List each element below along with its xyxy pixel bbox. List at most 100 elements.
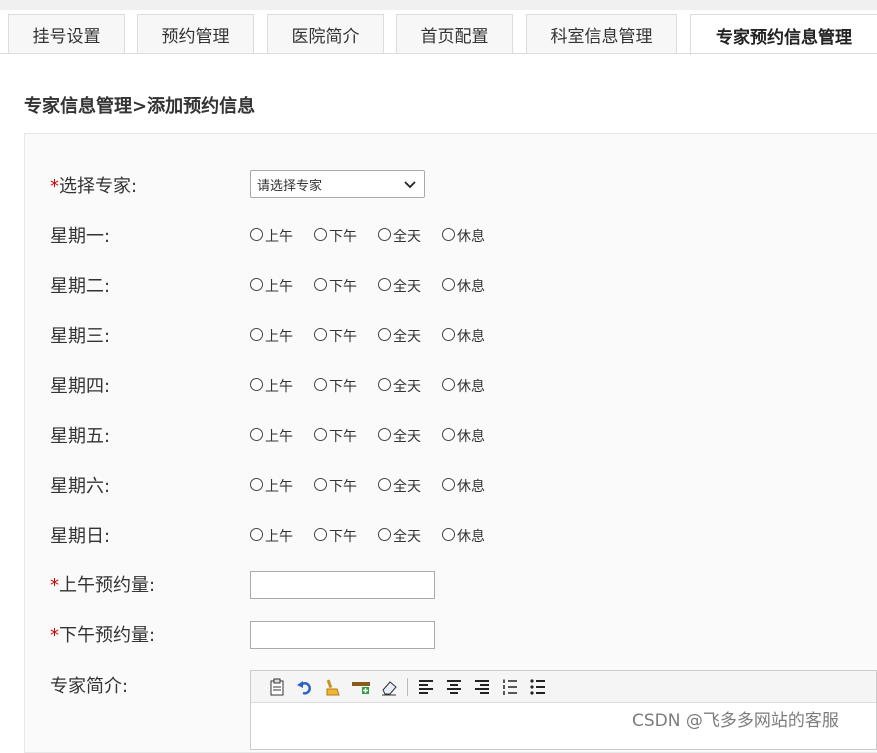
watermark: CSDN @飞多多网站的客服 [632, 711, 839, 731]
tab-department-info[interactable]: 科室信息管理 [526, 14, 677, 54]
radio-circle-icon[interactable] [442, 278, 455, 291]
radio-circle-icon[interactable] [378, 528, 391, 541]
day-radio-option[interactable]: 全天 [378, 426, 421, 446]
radio-circle-icon[interactable] [250, 478, 263, 491]
radio-circle-icon[interactable] [314, 428, 327, 441]
day-radio-option[interactable]: 下午 [314, 276, 357, 296]
tab-divider [0, 53, 877, 54]
clear-format-icon[interactable] [319, 676, 347, 698]
day-radio-option[interactable]: 全天 [378, 326, 421, 346]
expert-select[interactable]: 请选择专家 [250, 170, 425, 198]
day-radio-option[interactable]: 下午 [314, 376, 357, 396]
day-radio-option[interactable]: 休息 [442, 376, 485, 396]
day-radio-option[interactable]: 下午 [314, 326, 357, 346]
day-radio-option[interactable]: 全天 [378, 276, 421, 296]
day-radio-option[interactable]: 全天 [378, 476, 421, 496]
day-radio-option[interactable]: 上午 [250, 276, 293, 296]
radio-label: 休息 [457, 429, 485, 445]
radio-circle-icon[interactable] [378, 328, 391, 341]
day-radio-option[interactable]: 全天 [378, 226, 421, 246]
day-radio-option[interactable]: 下午 [314, 226, 357, 246]
day-radio-option[interactable]: 下午 [314, 426, 357, 446]
radio-circle-icon[interactable] [378, 278, 391, 291]
radio-circle-icon[interactable] [378, 428, 391, 441]
radio-circle-icon[interactable] [442, 378, 455, 391]
day-radio-option[interactable]: 休息 [442, 526, 485, 546]
radio-circle-icon[interactable] [314, 378, 327, 391]
radio-label: 休息 [457, 379, 485, 395]
radio-label: 全天 [393, 479, 421, 495]
day-radio-option[interactable]: 休息 [442, 426, 485, 446]
day-radio-option[interactable]: 上午 [250, 376, 293, 396]
tab-expert-appointment[interactable]: 专家预约信息管理 [690, 14, 877, 55]
tab-homepage-config[interactable]: 首页配置 [396, 14, 513, 54]
radio-circle-icon[interactable] [378, 228, 391, 241]
radio-circle-icon[interactable] [378, 478, 391, 491]
day-label: 星期五: [50, 426, 111, 447]
day-label: 星期二: [50, 276, 111, 297]
day-radio-option[interactable]: 下午 [314, 476, 357, 496]
radio-circle-icon[interactable] [442, 428, 455, 441]
radio-circle-icon[interactable] [442, 328, 455, 341]
radio-circle-icon[interactable] [442, 478, 455, 491]
tab-hospital-intro[interactable]: 医院简介 [267, 14, 384, 54]
undo-icon[interactable] [291, 676, 319, 698]
radio-circle-icon[interactable] [250, 278, 263, 291]
paste-icon[interactable] [263, 676, 291, 698]
radio-circle-icon[interactable] [442, 528, 455, 541]
radio-label: 下午 [329, 529, 357, 545]
day-radio-option[interactable]: 下午 [314, 526, 357, 546]
day-radio-option[interactable]: 上午 [250, 476, 293, 496]
required-mark: * [50, 176, 59, 197]
pm-quantity-label: *下午预约量: [50, 624, 155, 648]
am-quantity-label-text: 上午预约量: [59, 575, 156, 596]
radio-circle-icon[interactable] [314, 228, 327, 241]
day-radio-option[interactable]: 休息 [442, 226, 485, 246]
expert-select-value: 请选择专家 [257, 178, 323, 194]
insert-icon[interactable] [347, 676, 375, 698]
am-quantity-input[interactable] [250, 571, 435, 599]
radio-circle-icon[interactable] [250, 428, 263, 441]
tab-label: 专家预约信息管理 [716, 27, 852, 48]
tab-label: 挂号设置 [32, 27, 101, 47]
radio-label: 全天 [393, 529, 421, 545]
pm-quantity-input[interactable] [250, 621, 435, 649]
align-center-icon[interactable] [440, 676, 468, 698]
day-radio-option[interactable]: 休息 [442, 276, 485, 296]
day-radio-option[interactable]: 上午 [250, 526, 293, 546]
radio-label: 上午 [265, 279, 293, 295]
radio-circle-icon[interactable] [250, 328, 263, 341]
eraser-icon[interactable] [375, 676, 403, 698]
radio-label: 休息 [457, 329, 485, 345]
radio-label: 下午 [329, 229, 357, 245]
day-radio-option[interactable]: 休息 [442, 326, 485, 346]
radio-circle-icon[interactable] [314, 528, 327, 541]
day-radio-option[interactable]: 全天 [378, 526, 421, 546]
day-radio-option[interactable]: 休息 [442, 476, 485, 496]
radio-circle-icon[interactable] [314, 478, 327, 491]
radio-label: 下午 [329, 379, 357, 395]
day-radio-option[interactable]: 上午 [250, 226, 293, 246]
radio-circle-icon[interactable] [314, 328, 327, 341]
day-radio-option[interactable]: 全天 [378, 376, 421, 396]
radio-circle-icon[interactable] [314, 278, 327, 291]
radio-label: 上午 [265, 479, 293, 495]
day-radio-option[interactable]: 上午 [250, 426, 293, 446]
tab-appointment-management[interactable]: 预约管理 [137, 14, 254, 54]
tab-registration-settings[interactable]: 挂号设置 [8, 14, 125, 54]
align-right-icon[interactable] [468, 676, 496, 698]
radio-label: 休息 [457, 529, 485, 545]
radio-circle-icon[interactable] [250, 378, 263, 391]
day-label: 星期三: [50, 326, 111, 347]
unordered-list-icon[interactable] [524, 676, 552, 698]
radio-circle-icon[interactable] [378, 378, 391, 391]
pm-quantity-label-text: 下午预约量: [59, 625, 156, 646]
radio-label: 下午 [329, 479, 357, 495]
radio-circle-icon[interactable] [442, 228, 455, 241]
am-quantity-label: *上午预约量: [50, 574, 155, 598]
radio-circle-icon[interactable] [250, 228, 263, 241]
day-radio-option[interactable]: 上午 [250, 326, 293, 346]
ordered-list-icon[interactable] [496, 676, 524, 698]
align-left-icon[interactable] [412, 676, 440, 698]
radio-circle-icon[interactable] [250, 528, 263, 541]
